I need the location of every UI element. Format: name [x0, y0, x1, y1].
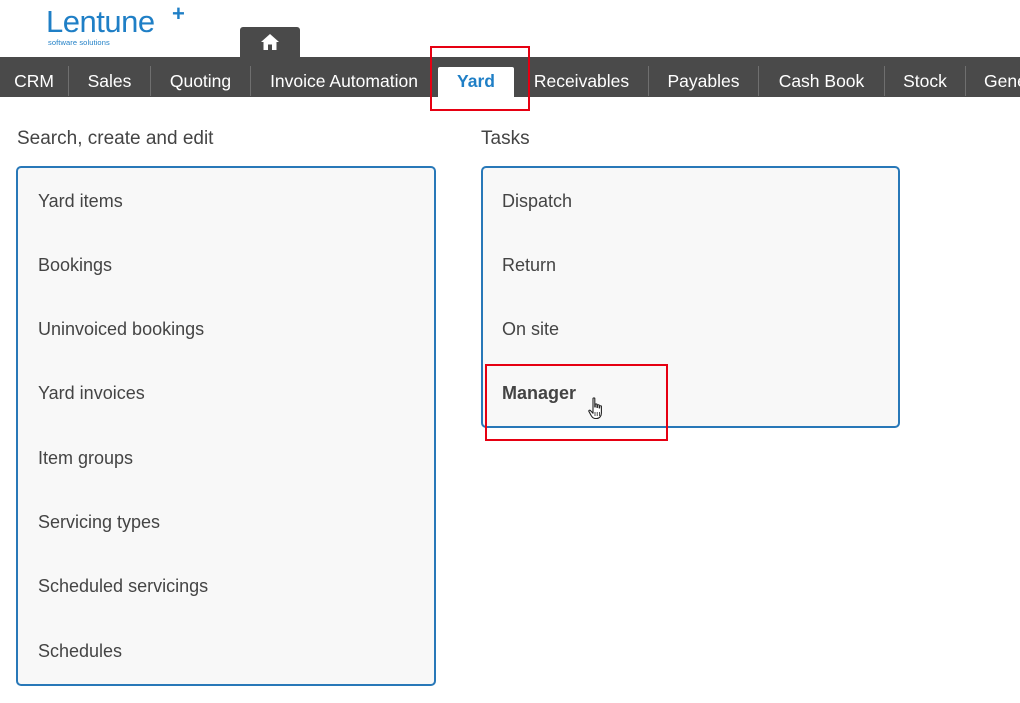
link-scheduled-servicings[interactable]: Scheduled servicings: [38, 576, 208, 597]
link-yard-items[interactable]: Yard items: [38, 191, 123, 212]
manager-highlight: [485, 364, 668, 441]
link-schedules[interactable]: Schedules: [38, 641, 122, 662]
search-section-title: Search, create and edit: [17, 128, 214, 149]
tab-crm[interactable]: CRM: [0, 57, 68, 97]
brand-tagline: software solutions: [48, 38, 110, 47]
link-servicing-types[interactable]: Servicing types: [38, 512, 160, 533]
tab-invoice-automation[interactable]: Invoice Automation: [251, 57, 437, 97]
tab-cash-book[interactable]: Cash Book: [759, 57, 884, 97]
link-dispatch[interactable]: Dispatch: [502, 191, 572, 212]
search-panel: Yard items Bookings Uninvoiced bookings …: [16, 166, 436, 686]
link-on-site[interactable]: On site: [502, 319, 559, 340]
brand-logo[interactable]: Lentune + software solutions: [46, 1, 185, 47]
tab-quoting[interactable]: Quoting: [151, 57, 250, 97]
link-bookings[interactable]: Bookings: [38, 255, 112, 276]
link-uninvoiced-bookings[interactable]: Uninvoiced bookings: [38, 319, 204, 340]
home-tab[interactable]: [240, 27, 300, 57]
brand-name: Lentune: [46, 4, 155, 39]
link-item-groups[interactable]: Item groups: [38, 448, 133, 469]
brand-plus: +: [172, 1, 185, 26]
home-icon: [261, 34, 279, 50]
hand-cursor-icon: [588, 397, 602, 420]
yard-tab-highlight: [430, 46, 530, 111]
nav-divider: [965, 66, 966, 96]
tab-receivables[interactable]: Receivables: [516, 57, 647, 97]
tasks-section-title: Tasks: [481, 128, 530, 149]
tab-stock[interactable]: Stock: [885, 57, 965, 97]
link-return[interactable]: Return: [502, 255, 556, 276]
tab-general[interactable]: Gene: [984, 57, 1020, 97]
tab-sales[interactable]: Sales: [69, 57, 150, 97]
tab-payables[interactable]: Payables: [649, 57, 758, 97]
link-yard-invoices[interactable]: Yard invoices: [38, 383, 145, 404]
